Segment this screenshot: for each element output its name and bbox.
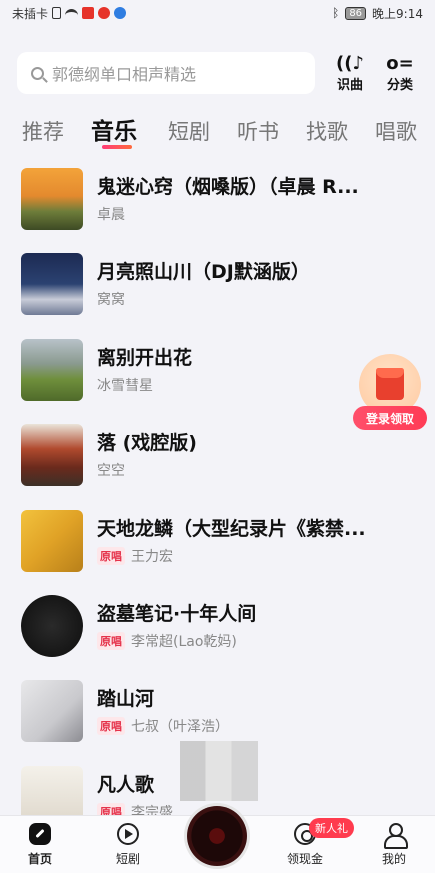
login-reward-label: 登录领取 [353, 406, 427, 430]
tab-find-song[interactable]: 找歌 [306, 116, 348, 146]
song-artist: 空空 [97, 463, 125, 479]
red-envelope-icon [376, 368, 404, 400]
song-item[interactable]: 鬼迷心窍（烟嗓版）（卓晨 R... 卓晨 [21, 168, 421, 232]
nav-home-label: 首页 [27, 852, 52, 866]
search-icon [31, 66, 44, 80]
search-placeholder: 郭德纲单口相声精选 [52, 65, 197, 84]
carrier-text: 未插卡 [12, 6, 49, 21]
recognize-label: 识曲 [336, 77, 363, 93]
song-item[interactable]: 天地龙鳞（大型纪录片《紫禁... 原唱 王力宏 [21, 510, 421, 574]
song-cover [21, 595, 83, 657]
song-item[interactable]: 踏山河 原唱 七叔（叶泽浩） [21, 680, 421, 744]
tab-recommend[interactable]: 推荐 [22, 116, 64, 146]
sim-icon [52, 7, 62, 19]
song-cover [21, 424, 83, 486]
song-cover [21, 510, 83, 572]
song-cover [21, 253, 83, 315]
app-notification-icon [98, 7, 111, 19]
nav-home[interactable]: 首页 [5, 822, 75, 870]
tab-short-drama[interactable]: 短剧 [168, 116, 210, 146]
nav-mine[interactable]: 我的 [359, 822, 429, 870]
song-cover [21, 168, 83, 230]
original-singer-badge: 原唱 [97, 632, 125, 650]
music-recognize-icon: ((♪ [336, 52, 364, 74]
bluetooth-icon: ᛒ [332, 6, 340, 20]
tab-audiobook[interactable]: 听书 [237, 116, 279, 146]
song-title: 盗墓笔记·十年人间 [97, 603, 257, 625]
original-singer-badge: 原唱 [97, 547, 125, 565]
song-artist: 七叔（叶泽浩） [131, 719, 229, 735]
category-label: 分类 [386, 77, 413, 93]
battery-icon: 86 [345, 6, 367, 20]
category-button[interactable]: o= 分类 [378, 52, 422, 94]
app-notification-icon [82, 7, 95, 19]
song-artist: 冰雪彗星 [97, 378, 153, 394]
tab-karaoke[interactable]: 唱歌 [375, 116, 417, 146]
song-title: 月亮照山川（DJ默涵版） [97, 261, 310, 283]
app-notification-icon [114, 7, 127, 19]
clock: 晚上9:14 [372, 6, 423, 21]
home-icon [28, 822, 52, 846]
song-title: 天地龙鳞（大型纪录片《紫禁... [97, 518, 366, 540]
search-input[interactable]: 郭德纲单口相声精选 [17, 52, 315, 94]
song-title: 鬼迷心窍（烟嗓版）（卓晨 R... [97, 176, 359, 198]
new-user-gift-badge: 新人礼 [309, 818, 354, 838]
song-cover [21, 680, 83, 742]
song-item[interactable]: 月亮照山川（DJ默涵版） 窝窝 [21, 253, 421, 317]
song-artist: 卓晨 [97, 207, 125, 223]
category-icon: o= [386, 52, 414, 74]
blurred-overlay [180, 741, 258, 801]
login-reward-widget[interactable]: 登录领取 [353, 354, 427, 434]
nav-drama-label: 短剧 [115, 852, 140, 866]
wifi-icon [65, 9, 79, 17]
original-singer-badge: 原唱 [97, 717, 125, 735]
user-icon [382, 822, 408, 849]
song-title: 踏山河 [97, 688, 155, 710]
nav-short-drama[interactable]: 短剧 [93, 822, 163, 870]
play-icon [116, 822, 140, 846]
tab-music[interactable]: 音乐 [91, 112, 137, 146]
song-artist: 王力宏 [131, 549, 173, 565]
status-bar: 未插卡 ᛒ 86 晚上9:14 [0, 0, 435, 26]
now-playing-disc[interactable] [187, 806, 247, 866]
song-artist: 李常超(Lao乾妈) [131, 634, 237, 650]
active-tab-indicator [102, 145, 132, 149]
recognize-song-button[interactable]: ((♪ 识曲 [328, 52, 372, 94]
nav-cash-label: 领现金 [286, 852, 323, 866]
nav-mine-label: 我的 [381, 852, 406, 866]
song-item[interactable]: 盗墓笔记·十年人间 原唱 李常超(Lao乾妈) [21, 595, 421, 659]
song-cover [21, 339, 83, 401]
song-artist: 窝窝 [97, 292, 125, 308]
